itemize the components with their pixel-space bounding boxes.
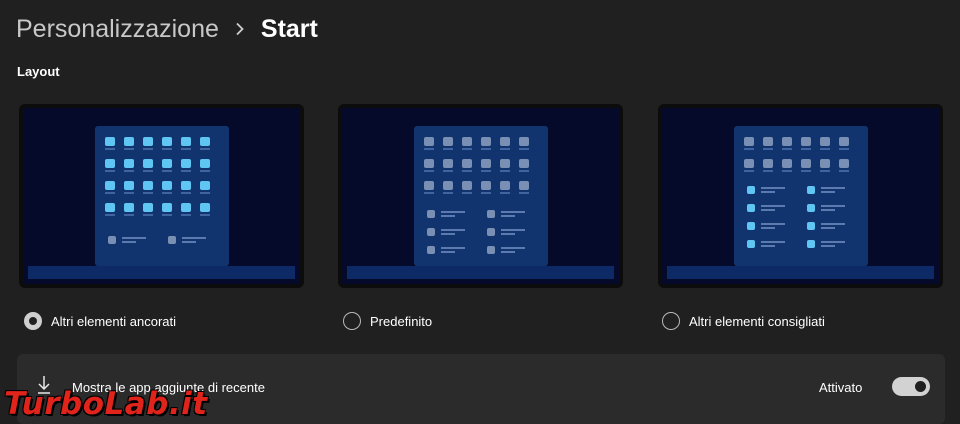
download-arrow-icon <box>36 374 52 396</box>
page-title: Start <box>260 15 318 43</box>
preview-screen <box>662 108 939 284</box>
breadcrumb: Personalizzazione Start <box>16 12 318 46</box>
setting-recently-added-apps: Mostra le app aggiunte di recente Attiva… <box>17 354 945 424</box>
pinned-tiles <box>744 137 849 172</box>
radio-option-more-pins[interactable]: Altri elementi ancorati <box>24 312 176 330</box>
radio-selected-icon[interactable] <box>24 312 42 330</box>
toggle-knob <box>915 381 926 392</box>
layout-preview-more-recommendations[interactable] <box>658 104 943 288</box>
radio-unselected-icon[interactable] <box>343 312 361 330</box>
radio-label: Altri elementi ancorati <box>51 313 176 329</box>
radio-option-more-recommendations[interactable]: Altri elementi consigliati <box>662 312 825 330</box>
preview-taskbar <box>347 266 614 279</box>
layout-preview-more-pins[interactable] <box>19 104 304 288</box>
preview-start-menu <box>95 126 229 266</box>
preview-screen <box>342 108 619 284</box>
pinned-tiles <box>424 137 529 194</box>
breadcrumb-parent-link[interactable]: Personalizzazione <box>16 12 219 46</box>
preview-screen <box>23 108 300 284</box>
radio-unselected-icon[interactable] <box>662 312 680 330</box>
recommended-items <box>747 186 867 250</box>
toggle-state-label: Attivato <box>819 380 863 395</box>
pinned-tiles <box>105 137 210 216</box>
preview-taskbar <box>28 266 295 279</box>
preview-start-menu <box>734 126 868 266</box>
recommended-items <box>108 236 228 246</box>
section-label-layout: Layout <box>17 64 60 79</box>
setting-label: Mostra le app aggiunte di recente <box>72 380 265 395</box>
chevron-right-icon <box>233 22 247 36</box>
preview-taskbar <box>667 266 934 279</box>
radio-option-default[interactable]: Predefinito <box>343 312 432 330</box>
layout-preview-default[interactable] <box>338 104 623 288</box>
recommended-items <box>427 210 547 256</box>
toggle-switch[interactable] <box>892 377 930 396</box>
preview-start-menu <box>414 126 548 266</box>
radio-label: Predefinito <box>370 313 433 329</box>
radio-label: Altri elementi consigliati <box>689 313 825 329</box>
